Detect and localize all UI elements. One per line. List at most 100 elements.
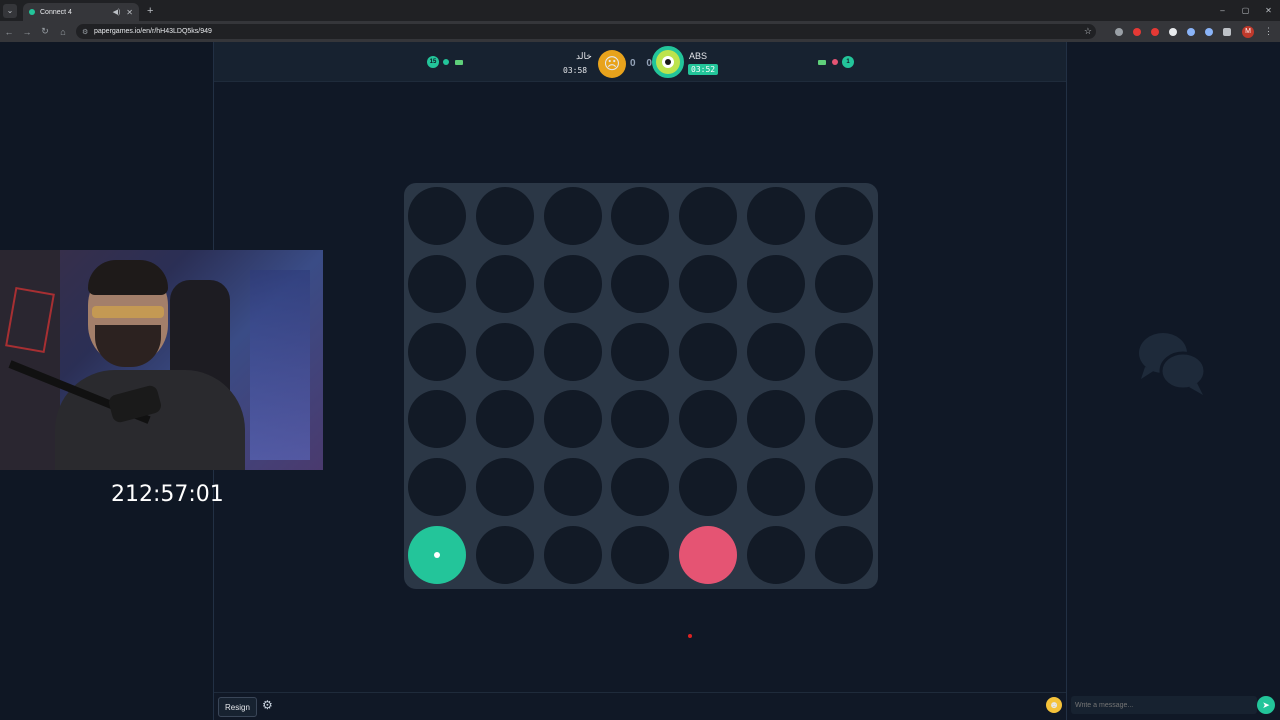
board-cell[interactable] — [814, 526, 873, 584]
board-cell[interactable] — [543, 187, 602, 245]
tab-search-button[interactable]: ⌄ — [3, 3, 17, 18]
tab-close-icon[interactable]: ✕ — [126, 8, 133, 17]
board-cell[interactable] — [679, 458, 738, 517]
board-cell[interactable] — [814, 187, 873, 245]
board-cell[interactable] — [679, 390, 738, 449]
tab-favicon-icon — [29, 9, 35, 15]
board-cell[interactable] — [475, 254, 534, 313]
board-cell[interactable] — [475, 526, 534, 584]
site-info-icon[interactable]: ⚙ — [82, 28, 90, 36]
minimize-button[interactable]: – — [1211, 0, 1234, 21]
board-cell[interactable] — [679, 254, 738, 313]
extension-icon[interactable] — [1151, 27, 1159, 36]
close-window-button[interactable]: ✕ — [1257, 0, 1280, 21]
board-cell[interactable] — [747, 187, 805, 245]
board-cell[interactable] — [814, 254, 873, 313]
board-cell[interactable] — [475, 322, 534, 381]
extension-icon[interactable] — [1205, 27, 1213, 36]
board-cell[interactable] — [611, 322, 670, 381]
last-move-marker — [434, 552, 440, 558]
board-cell[interactable] — [814, 322, 873, 381]
bookmark-star-icon[interactable]: ☆ — [1084, 26, 1092, 37]
board-cell[interactable] — [408, 322, 466, 381]
send-arrow-icon[interactable]: ➤ — [1257, 696, 1275, 714]
board-cell[interactable] — [611, 390, 670, 449]
player2-name: ABS — [689, 51, 708, 61]
tab-title: Connect 4 — [40, 8, 72, 16]
green-piece-icon — [443, 59, 449, 65]
forward-arrow-icon[interactable]: → — [18, 27, 36, 37]
board-cell[interactable] — [611, 458, 670, 517]
extension-icon[interactable] — [1133, 27, 1141, 36]
address-bar[interactable]: ⚙ papergames.io/en/r/hH43LDQ5ks/949 ☆ — [76, 24, 1096, 39]
series-count-badge: 15 — [427, 56, 439, 68]
players-header: 15 خالد 03:58 ☹ 0 0 ABS 03:52 1 — [214, 42, 1066, 82]
maximize-button[interactable]: ▢ — [1234, 0, 1257, 21]
board-cell[interactable] — [475, 390, 534, 449]
url-text: papergames.io/en/r/hH43LDQ5ks/949 — [94, 28, 212, 35]
board-cell[interactable] — [408, 390, 466, 449]
green-piece[interactable] — [408, 526, 466, 584]
board-cell[interactable] — [611, 187, 670, 245]
board-cell[interactable] — [747, 526, 805, 584]
gear-icon[interactable]: ⚙ — [262, 698, 273, 712]
board-cell[interactable] — [611, 526, 670, 584]
browser-menu-icon[interactable]: ⋮ — [1264, 26, 1273, 37]
browser-tab-bar: ⌄ Connect 4 ◀) ✕ + – ▢ ✕ — [0, 0, 1280, 21]
red-piece[interactable] — [679, 526, 738, 584]
board-cell[interactable] — [679, 187, 738, 245]
board-cell[interactable] — [543, 322, 602, 381]
series-count-badge: 1 — [842, 56, 854, 68]
resign-button[interactable]: Resign — [218, 697, 257, 717]
board-cell[interactable] — [543, 390, 602, 449]
board-cell[interactable] — [814, 458, 873, 517]
board-cell[interactable] — [814, 390, 873, 449]
streamer-webcam — [0, 250, 323, 470]
extension-icon[interactable] — [1115, 27, 1123, 36]
board-cell[interactable] — [408, 254, 466, 313]
new-tab-button[interactable]: + — [147, 5, 153, 17]
window-controls: – ▢ ✕ — [1211, 0, 1280, 21]
flag-icon — [455, 59, 463, 65]
board-cell[interactable] — [747, 254, 805, 313]
board-cell[interactable] — [747, 322, 805, 381]
extension-icon[interactable] — [1187, 27, 1195, 36]
chat-panel: ➤ — [1067, 42, 1280, 720]
board-cell[interactable] — [747, 458, 805, 517]
chat-message-input[interactable] — [1071, 696, 1257, 714]
board-cell[interactable] — [747, 390, 805, 449]
crying-face-icon: ☹ — [603, 56, 621, 73]
board-cell[interactable] — [408, 187, 466, 245]
flag-icon — [818, 59, 826, 65]
player1-series: 1 — [816, 56, 854, 68]
puzzle-icon[interactable] — [1223, 27, 1231, 36]
speaker-icon[interactable]: ◀) — [113, 8, 121, 16]
home-icon[interactable]: ⌂ — [54, 27, 72, 37]
connect4-board[interactable] — [404, 183, 878, 589]
browser-toolbar: ← → ↻ ⌂ ⚙ papergames.io/en/r/hH43LDQ5ks/… — [0, 21, 1280, 42]
player2-timer: 03:52 — [688, 64, 719, 75]
board-cell[interactable] — [543, 254, 602, 313]
reload-icon[interactable]: ↻ — [36, 26, 54, 37]
game-footer: Resign ⚙ ☻ — [214, 692, 1066, 720]
player1-name: خالد — [576, 51, 592, 61]
extensions-bar — [1110, 27, 1236, 36]
profile-avatar[interactable]: M — [1242, 25, 1254, 38]
player1-timer: 03:58 — [563, 66, 588, 75]
board-cell[interactable] — [475, 458, 534, 517]
player2-avatar[interactable] — [652, 46, 684, 78]
player1-avatar[interactable]: ☹ — [598, 50, 626, 78]
chat-bubbles-icon — [1135, 327, 1211, 408]
extension-icon[interactable] — [1169, 27, 1177, 36]
board-cell[interactable] — [679, 322, 738, 381]
board-cell[interactable] — [475, 187, 534, 245]
back-arrow-icon[interactable]: ← — [0, 27, 18, 37]
board-cell[interactable] — [611, 254, 670, 313]
browser-tab-connect4[interactable]: Connect 4 ◀) ✕ — [23, 3, 139, 21]
emoji-icon[interactable]: ☻ — [1046, 697, 1062, 713]
board-cell[interactable] — [543, 526, 602, 584]
red-piece-icon — [832, 59, 838, 65]
player2-series: 15 — [427, 56, 465, 68]
board-cell[interactable] — [543, 458, 602, 517]
board-cell[interactable] — [408, 458, 466, 517]
